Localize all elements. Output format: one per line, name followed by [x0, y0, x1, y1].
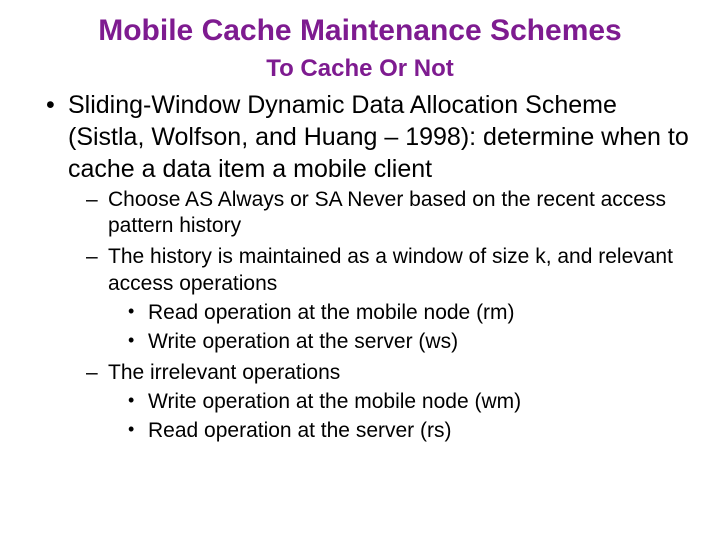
bullet-list-level1: Sliding-Window Dynamic Data Allocation S…	[30, 89, 690, 445]
bullet-text: Write operation at the mobile node (wm)	[148, 390, 521, 413]
bullet-text: Read operation at the mobile node (rm)	[148, 301, 515, 324]
bullet-item: Write operation at the server (ws)	[148, 329, 690, 356]
bullet-list-level2: Choose AS Always or SA Never based on th…	[68, 187, 690, 445]
bullet-text: Choose AS Always or SA Never based on th…	[108, 188, 666, 238]
bullet-list-level3: Read operation at the mobile node (rm) W…	[108, 300, 690, 356]
bullet-text: Write operation at the server (ws)	[148, 330, 458, 353]
bullet-text: The irrelevant operations	[108, 361, 340, 384]
bullet-text: The history is maintained as a window of…	[108, 245, 673, 295]
slide-title: Mobile Cache Maintenance Schemes	[30, 14, 690, 49]
slide: Mobile Cache Maintenance Schemes To Cach…	[0, 0, 720, 540]
bullet-text: Sliding-Window Dynamic Data Allocation S…	[68, 91, 689, 183]
bullet-item: The irrelevant operations Write operatio…	[108, 360, 690, 445]
bullet-item: Choose AS Always or SA Never based on th…	[108, 187, 690, 241]
bullet-item: Write operation at the mobile node (wm)	[148, 389, 690, 416]
bullet-item: Read operation at the mobile node (rm)	[148, 300, 690, 327]
bullet-item: Read operation at the server (rs)	[148, 418, 690, 445]
bullet-item: Sliding-Window Dynamic Data Allocation S…	[68, 89, 690, 445]
bullet-text: Read operation at the server (rs)	[148, 419, 451, 442]
slide-subtitle: To Cache Or Not	[30, 55, 690, 83]
bullet-item: The history is maintained as a window of…	[108, 244, 690, 356]
bullet-list-level3: Write operation at the mobile node (wm) …	[108, 389, 690, 445]
